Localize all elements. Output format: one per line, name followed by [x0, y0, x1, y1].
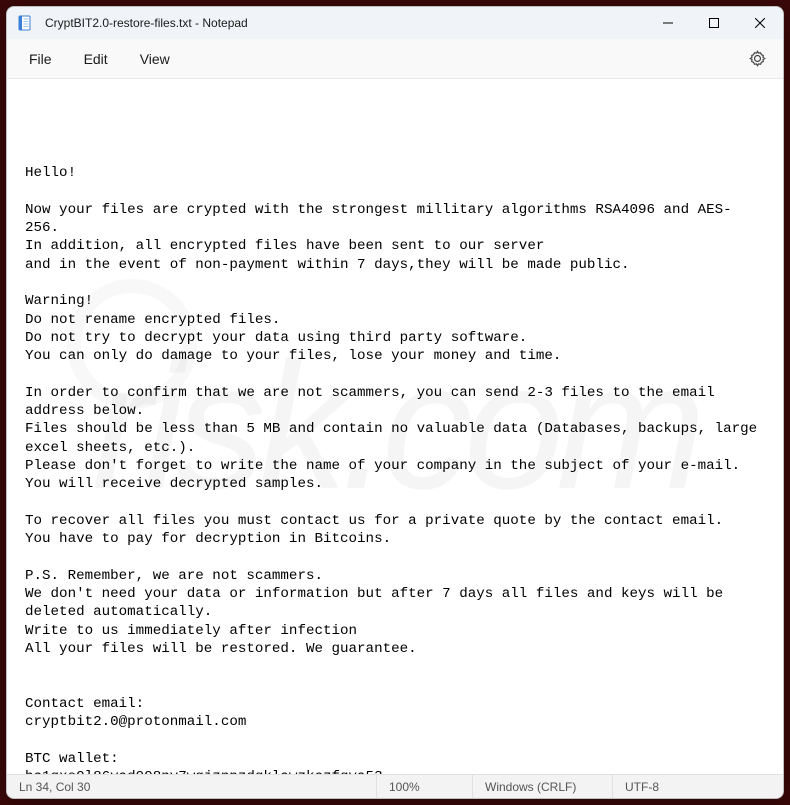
status-cursor-position[interactable]: Ln 34, Col 30	[7, 775, 377, 798]
statusbar: Ln 34, Col 30 100% Windows (CRLF) UTF-8	[7, 774, 783, 798]
notepad-window: CryptBIT2.0-restore-files.txt - Notepad …	[6, 6, 784, 799]
titlebar[interactable]: CryptBIT2.0-restore-files.txt - Notepad	[7, 7, 783, 39]
menu-view[interactable]: View	[126, 45, 184, 73]
close-button[interactable]	[737, 7, 783, 39]
status-line-ending[interactable]: Windows (CRLF)	[473, 775, 613, 798]
menu-edit[interactable]: Edit	[70, 45, 122, 73]
window-controls	[645, 7, 783, 39]
maximize-button[interactable]	[691, 7, 737, 39]
window-title: CryptBIT2.0-restore-files.txt - Notepad	[45, 16, 645, 30]
menubar: File Edit View	[7, 39, 783, 79]
settings-button[interactable]	[739, 41, 775, 77]
text-editor[interactable]: risk.com Hello! Now your files are crypt…	[7, 79, 783, 774]
minimize-button[interactable]	[645, 7, 691, 39]
document-text: Hello! Now your files are crypted with t…	[25, 164, 765, 774]
status-zoom[interactable]: 100%	[377, 775, 473, 798]
gear-icon	[749, 50, 766, 67]
status-encoding[interactable]: UTF-8	[613, 775, 783, 798]
menu-file[interactable]: File	[15, 45, 66, 73]
notepad-icon	[17, 15, 33, 31]
